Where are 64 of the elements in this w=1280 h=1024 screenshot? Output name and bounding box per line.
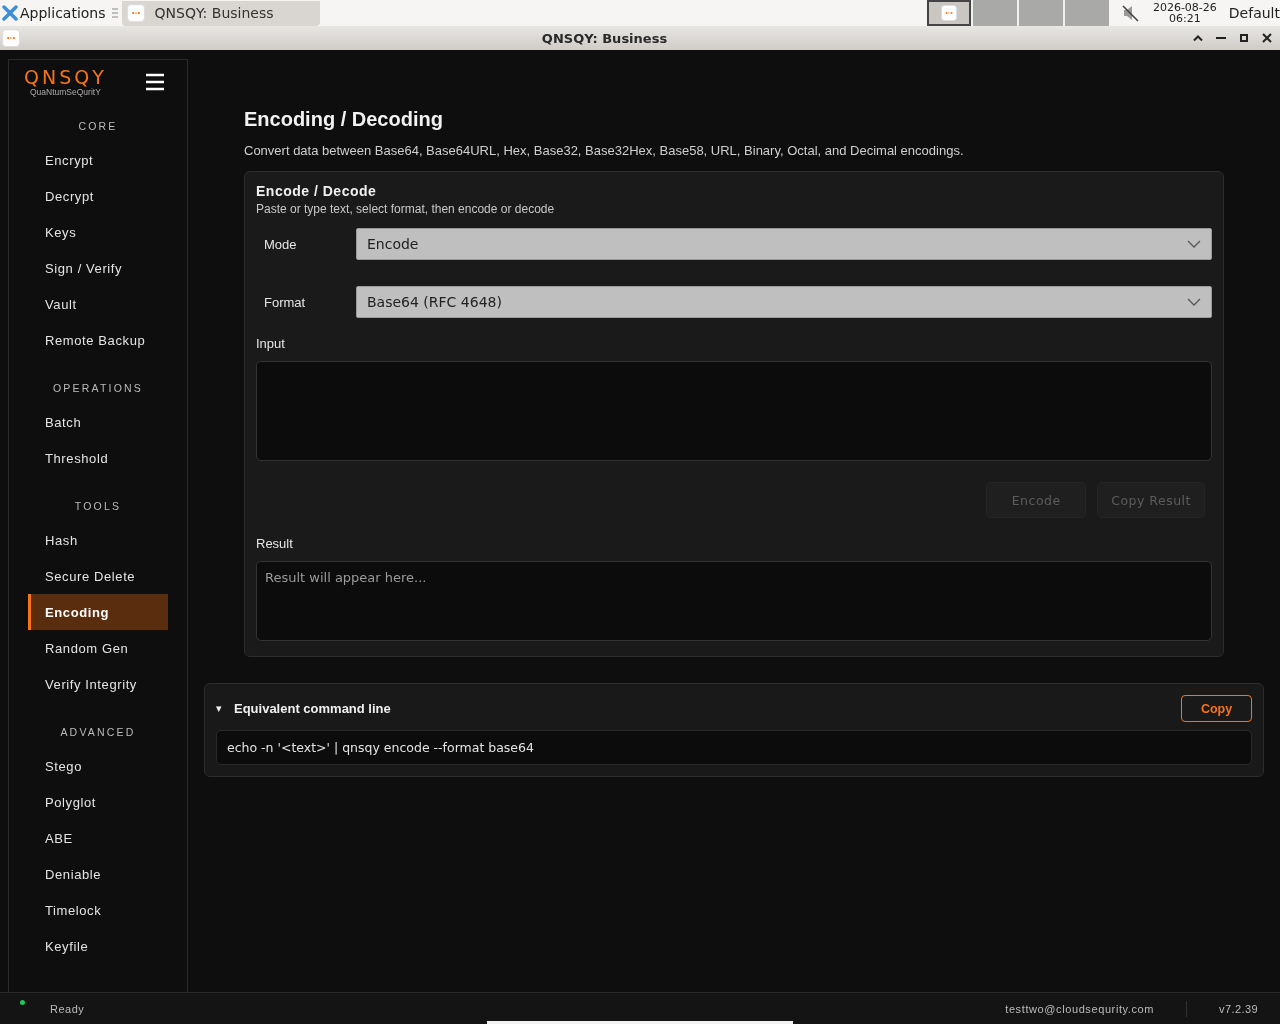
minimize-icon (1216, 37, 1226, 39)
section-header: CORE (77, 119, 119, 134)
page-title: Encoding / Decoding (244, 108, 444, 132)
field-label: Format (264, 294, 307, 310)
result-field[interactable]: Result will appear here... (256, 561, 1212, 641)
speaker-muted-icon[interactable] (1120, 3, 1141, 23)
expand-toggle[interactable]: ▾ (216, 702, 228, 715)
sidebar-item[interactable]: Secure Delete (28, 558, 168, 594)
sidebar-item[interactable]: Hash (28, 522, 168, 558)
window-title: QNSQY: Business (540, 30, 669, 46)
sidebar-item[interactable]: Encrypt (28, 142, 168, 178)
app-icon (940, 5, 957, 21)
section-header: ADVANCED (59, 725, 137, 740)
card-hint: Paste or type text, select format, then encode or decode (256, 202, 556, 216)
sidebar-item[interactable]: Remote Backup (28, 322, 168, 358)
sidebar-item[interactable]: Verify Integrity (28, 666, 168, 702)
sidebar-item[interactable]: Sign / Verify (28, 250, 168, 286)
sidebar-item[interactable]: Threshold (28, 440, 168, 476)
input-field[interactable] (256, 361, 1212, 461)
sidebar-item[interactable]: Stego (28, 748, 168, 784)
logo-text: QNSQY (24, 67, 107, 87)
user-email: testtwo@cloudsequrity.com (1005, 1000, 1188, 1017)
workspace-button[interactable] (926, 0, 971, 26)
select-field[interactable]: Base64 (RFC 4648) (356, 286, 1212, 318)
sidebar-item[interactable]: Timelock (28, 892, 168, 928)
maximize-icon (1240, 34, 1248, 42)
sidebar-item[interactable]: Deniable (28, 856, 168, 892)
app-icon (126, 4, 145, 22)
sidebar-item[interactable]: Random Gen (28, 630, 168, 666)
page-subtitle: Convert data between Base64, Base64URL, Hex, Base32, Base32Hex, Base58, URL, Binary, Octal, and Decimal encodings. (244, 143, 965, 158)
app-icon (2, 29, 20, 47)
close-icon (1262, 33, 1272, 43)
field-label: Mode (264, 236, 298, 252)
user-name: Default (1228, 5, 1280, 21)
sidebar-item[interactable]: Vault (28, 286, 168, 322)
chevron-down-icon (1187, 298, 1201, 306)
applications-menu[interactable]: Applications (0, 0, 112, 26)
section-header: TOOLS (73, 499, 123, 514)
status-text: Ready (50, 1002, 85, 1015)
sidebar-item[interactable]: Batch (28, 404, 168, 440)
date-text: 2026-08-26 (1152, 2, 1217, 13)
sidebar-item[interactable]: Polyglot (28, 784, 168, 820)
sidebar-item[interactable]: Keyfile (28, 928, 168, 964)
chevron-down-icon (1187, 240, 1201, 248)
logo-tagline: QuaNtumSeQuritY (29, 87, 101, 97)
sidebar-item[interactable]: Keys (28, 214, 168, 250)
field-label: Result (256, 536, 294, 551)
sidebar-item[interactable]: ABE (28, 820, 168, 856)
sidebar-item[interactable]: Encoding (28, 594, 168, 630)
handle-icon (111, 7, 118, 19)
sidebar-item[interactable]: Decrypt (28, 178, 168, 214)
taskbar-button[interactable]: QNSQY: Business (121, 0, 320, 26)
shade-icon (1193, 34, 1203, 42)
version-text: v7.2.39 (1218, 1002, 1259, 1015)
select-field[interactable]: Encode (356, 228, 1212, 260)
command-text: echo -n '<text>' | qnsqy encode --format base64 (216, 730, 1252, 765)
panel-title: Equivalent command line (234, 701, 391, 716)
x-logo-icon (2, 5, 18, 21)
copy-button[interactable]: Copy (1181, 695, 1252, 722)
section-header: OPERATIONS (51, 381, 145, 396)
field-label: Input (256, 336, 286, 351)
scroll-bar[interactable] (487, 1021, 793, 1024)
time-text: 06:21 (1169, 13, 1201, 24)
card-title: Encode / Decode (256, 183, 378, 199)
